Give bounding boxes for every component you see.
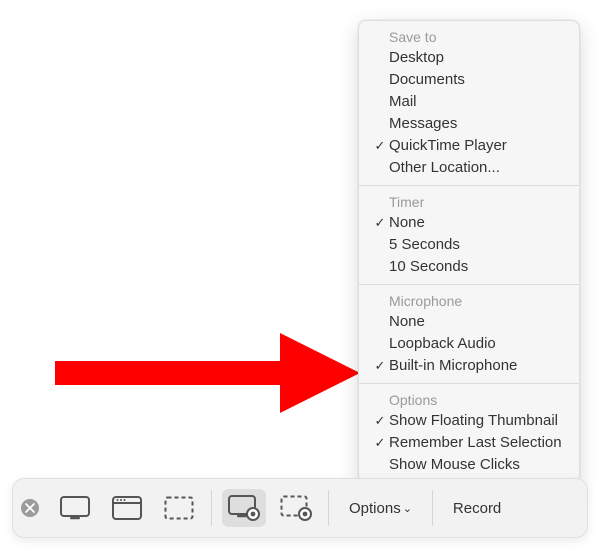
screen-icon — [60, 496, 90, 520]
options-menu: Save to Desktop Documents Mail Messages … — [358, 20, 580, 483]
menu-item-label: None — [389, 312, 565, 332]
menu-item-label: 5 Seconds — [389, 235, 565, 255]
chevron-down-icon: ⌄ — [403, 502, 412, 515]
record-button[interactable]: Record — [439, 489, 515, 527]
menu-item-label: 10 Seconds — [389, 257, 565, 277]
record-entire-screen-button[interactable] — [222, 489, 266, 527]
menu-item-desktop[interactable]: Desktop — [359, 47, 579, 69]
record-button-label: Record — [453, 500, 501, 517]
selection-icon — [164, 496, 194, 520]
menu-item-label: Remember Last Selection — [389, 433, 565, 453]
menu-item-documents[interactable]: Documents — [359, 69, 579, 91]
menu-item-floating-thumbnail[interactable]: ✓Show Floating Thumbnail — [359, 410, 579, 432]
menu-item-mic-builtin[interactable]: ✓Built-in Microphone — [359, 355, 579, 377]
section-timer: Timer ✓None 5 Seconds 10 Seconds — [359, 190, 579, 280]
menu-item-other-location[interactable]: Other Location... — [359, 157, 579, 179]
check-icon: ✓ — [371, 433, 389, 453]
capture-entire-screen-button[interactable] — [53, 489, 97, 527]
menu-item-label: Messages — [389, 114, 565, 134]
toolbar-divider — [211, 490, 212, 526]
check-icon: ✓ — [371, 411, 389, 431]
menu-item-label: Show Floating Thumbnail — [389, 411, 565, 431]
menu-item-label: Show Mouse Clicks — [389, 455, 565, 475]
menu-item-mic-none[interactable]: None — [359, 311, 579, 333]
menu-item-label: Mail — [389, 92, 565, 112]
screenshot-toolbar: Options⌄ Record — [12, 478, 588, 538]
menu-item-label: Desktop — [389, 48, 565, 68]
menu-item-label: QuickTime Player — [389, 136, 565, 156]
check-icon: ✓ — [371, 213, 389, 233]
section-microphone: Microphone None Loopback Audio ✓Built-in… — [359, 289, 579, 379]
toolbar-divider — [328, 490, 329, 526]
toolbar-divider — [432, 490, 433, 526]
check-icon: ✓ — [371, 136, 389, 156]
record-selection-icon — [280, 495, 312, 521]
options-button[interactable]: Options⌄ — [335, 489, 426, 527]
menu-item-timer-none[interactable]: ✓None — [359, 212, 579, 234]
section-save-to: Save to Desktop Documents Mail Messages … — [359, 25, 579, 181]
callout-arrow-icon — [55, 333, 365, 413]
capture-selection-button[interactable] — [157, 489, 201, 527]
menu-divider — [359, 284, 579, 285]
record-selection-button[interactable] — [274, 489, 318, 527]
menu-divider — [359, 383, 579, 384]
menu-item-timer-10s[interactable]: 10 Seconds — [359, 256, 579, 278]
menu-item-mic-loopback[interactable]: Loopback Audio — [359, 333, 579, 355]
options-button-label: Options — [349, 500, 401, 517]
menu-item-label: Built-in Microphone — [389, 356, 565, 376]
menu-divider — [359, 185, 579, 186]
record-screen-icon — [228, 495, 260, 521]
check-icon: ✓ — [371, 356, 389, 376]
section-header-options: Options — [359, 390, 579, 410]
menu-item-remember-selection[interactable]: ✓Remember Last Selection — [359, 432, 579, 454]
menu-item-label: Loopback Audio — [389, 334, 565, 354]
menu-item-label: None — [389, 213, 565, 233]
menu-item-mail[interactable]: Mail — [359, 91, 579, 113]
section-header-timer: Timer — [359, 192, 579, 212]
section-header-save-to: Save to — [359, 27, 579, 47]
menu-item-quicktime-player[interactable]: ✓QuickTime Player — [359, 135, 579, 157]
menu-item-label: Other Location... — [389, 158, 565, 178]
menu-item-show-mouse-clicks[interactable]: Show Mouse Clicks — [359, 454, 579, 476]
menu-item-label: Documents — [389, 70, 565, 90]
window-icon — [112, 496, 142, 520]
close-icon — [25, 503, 35, 513]
capture-window-button[interactable] — [105, 489, 149, 527]
menu-item-messages[interactable]: Messages — [359, 113, 579, 135]
menu-item-timer-5s[interactable]: 5 Seconds — [359, 234, 579, 256]
section-header-microphone: Microphone — [359, 291, 579, 311]
close-button[interactable] — [21, 499, 39, 517]
section-options: Options ✓Show Floating Thumbnail ✓Rememb… — [359, 388, 579, 478]
